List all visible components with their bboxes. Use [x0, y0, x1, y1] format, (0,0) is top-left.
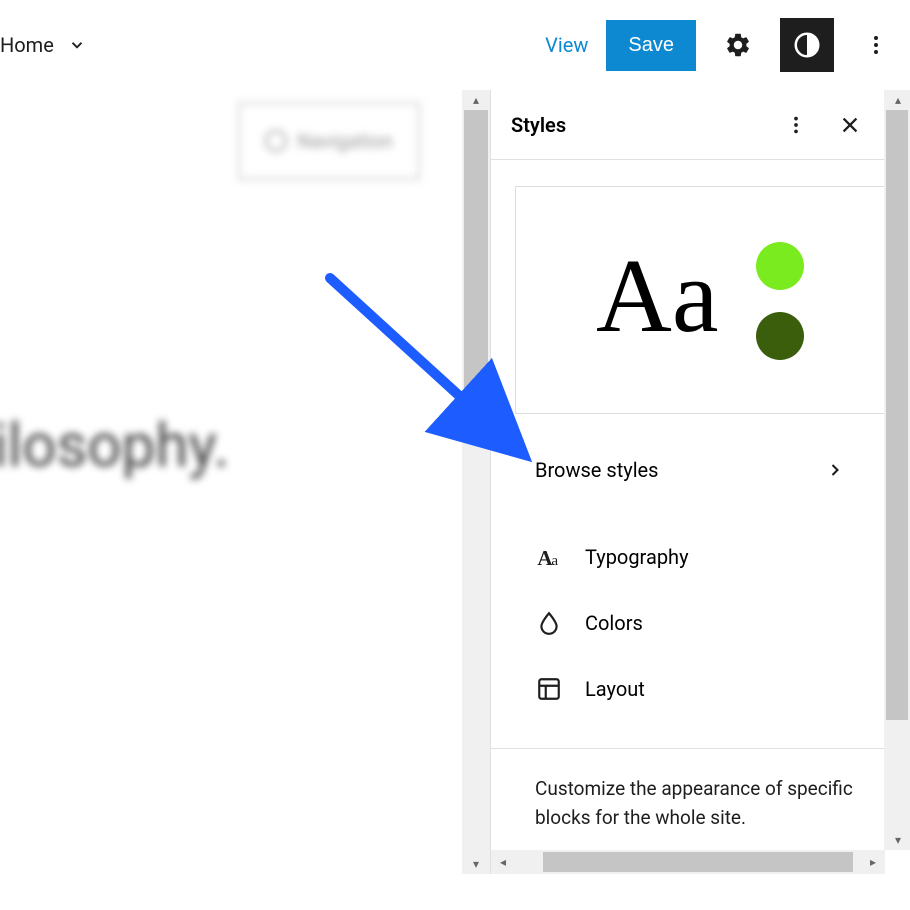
- typography-label: Typography: [585, 545, 689, 569]
- style-preview-card[interactable]: Aa: [515, 186, 885, 414]
- typography-icon: Aa: [535, 543, 563, 571]
- chevron-down-icon: [68, 36, 86, 54]
- sidebar-vertical-scrollbar[interactable]: ▴ ▾: [884, 90, 910, 850]
- styles-more-button[interactable]: [781, 110, 811, 140]
- headline-text: hilosophy.: [0, 410, 229, 481]
- more-vertical-icon: [864, 33, 888, 57]
- more-vertical-icon: [785, 114, 807, 136]
- scrollbar-thumb[interactable]: [464, 110, 488, 398]
- scroll-left-arrow[interactable]: ◂: [491, 855, 515, 869]
- navigation-block: Navigation: [238, 102, 420, 180]
- svg-text:a: a: [551, 552, 558, 569]
- styles-title: Styles: [511, 113, 566, 137]
- contrast-icon: [792, 30, 822, 60]
- layout-label: Layout: [585, 677, 645, 701]
- navigation-label: Navigation: [297, 129, 393, 153]
- chevron-right-icon: [825, 460, 845, 480]
- style-options-list: Aa Typography Colors Layout: [491, 524, 885, 722]
- styles-header: Styles: [491, 90, 885, 160]
- canvas-vertical-scrollbar[interactable]: ▴ ▾: [462, 90, 490, 874]
- scroll-up-arrow[interactable]: ▴: [462, 90, 490, 110]
- home-dropdown[interactable]: Home: [0, 33, 86, 57]
- preview-color-swatch-2: [756, 312, 804, 360]
- close-sidebar-button[interactable]: [835, 110, 865, 140]
- view-link[interactable]: View: [545, 33, 588, 57]
- styles-sidebar: Styles Aa Browse styles: [490, 90, 910, 874]
- compass-icon: [265, 130, 287, 152]
- colors-option[interactable]: Colors: [491, 590, 885, 656]
- canvas-area: Navigation hilosophy. ▴ ▾: [0, 90, 490, 874]
- styles-header-actions: [781, 110, 865, 140]
- browse-styles-label: Browse styles: [535, 458, 659, 482]
- main-area: Navigation hilosophy. ▴ ▾ Styles: [0, 90, 910, 874]
- settings-button[interactable]: [714, 21, 762, 69]
- top-bar-left: Home: [0, 33, 86, 57]
- preview-typography-sample: Aa: [596, 235, 718, 356]
- home-label: Home: [0, 33, 54, 57]
- scroll-down-arrow[interactable]: ▾: [462, 854, 490, 874]
- styles-toggle-button[interactable]: [780, 18, 834, 72]
- drop-icon: [535, 609, 563, 637]
- canvas-content[interactable]: Navigation hilosophy.: [0, 90, 490, 874]
- close-icon: [839, 114, 861, 136]
- scroll-down-arrow[interactable]: ▾: [884, 830, 910, 850]
- styles-description: Customize the appearance of specific blo…: [491, 748, 885, 832]
- sidebar-horizontal-scrollbar[interactable]: ◂ ▸: [491, 850, 885, 874]
- typography-option[interactable]: Aa Typography: [491, 524, 885, 590]
- preview-color-swatch-1: [756, 242, 804, 290]
- top-bar-right: View Save: [545, 18, 900, 72]
- sidebar-content: Styles Aa Browse styles: [491, 90, 885, 874]
- browse-styles-row[interactable]: Browse styles: [491, 452, 885, 488]
- top-bar: Home View Save: [0, 0, 910, 90]
- scroll-right-arrow[interactable]: ▸: [861, 855, 885, 869]
- scrollbar-thumb[interactable]: [886, 110, 908, 720]
- scrollbar-thumb[interactable]: [543, 852, 853, 872]
- colors-label: Colors: [585, 611, 643, 635]
- layout-icon: [535, 675, 563, 703]
- layout-option[interactable]: Layout: [491, 656, 885, 722]
- scroll-up-arrow[interactable]: ▴: [884, 90, 910, 110]
- more-options-button[interactable]: [852, 21, 900, 69]
- gear-icon: [724, 31, 752, 59]
- save-button[interactable]: Save: [606, 20, 696, 71]
